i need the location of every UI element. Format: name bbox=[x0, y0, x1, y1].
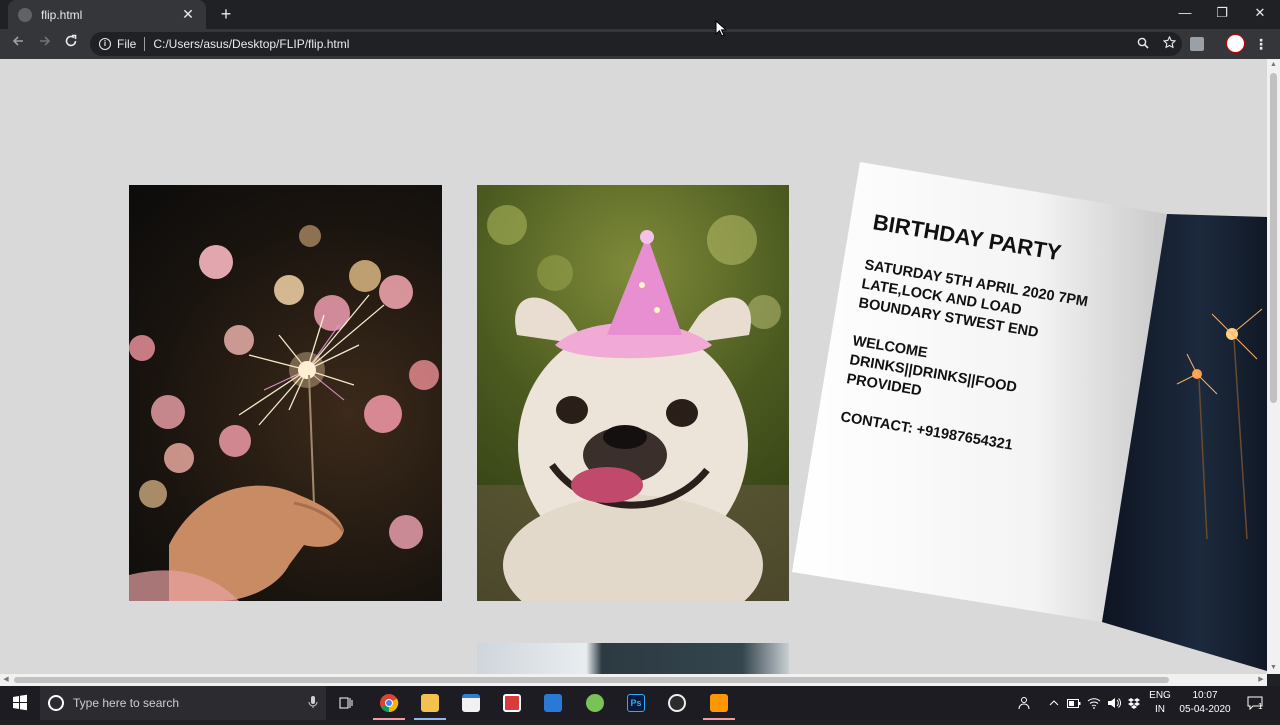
search-placeholder: Type here to search bbox=[73, 696, 180, 710]
scroll-up-arrow-icon[interactable]: ▲ bbox=[1267, 59, 1280, 71]
vertical-scrollbar[interactable]: ▲ ▼ bbox=[1267, 59, 1280, 674]
taskbar-chrome[interactable] bbox=[369, 686, 409, 720]
region-code: IN bbox=[1155, 704, 1165, 715]
windows-taskbar: Type here to search Ps ENG IN 10:07 05-0… bbox=[0, 686, 1280, 720]
windows-logo-icon bbox=[13, 694, 27, 711]
minimize-button[interactable]: — bbox=[1166, 0, 1204, 28]
clock-time: 10:07 bbox=[1192, 690, 1218, 701]
forward-arrow-icon[interactable] bbox=[34, 33, 56, 55]
site-info-icon[interactable]: i bbox=[99, 38, 111, 50]
party-dog-photo[interactable] bbox=[477, 185, 789, 601]
reload-icon[interactable] bbox=[60, 33, 82, 55]
show-hidden-icons-chevron-icon[interactable] bbox=[1044, 686, 1064, 720]
back-arrow-icon[interactable] bbox=[7, 33, 29, 55]
task-view-icon bbox=[339, 697, 353, 709]
windows-start-button[interactable] bbox=[0, 686, 40, 720]
taskbar-android-studio[interactable] bbox=[575, 686, 615, 720]
birthday-invite-card[interactable]: BIRTHDAY PARTY SATURDAY 5TH APRIL 2020 7… bbox=[792, 159, 1267, 674]
input-language-indicator[interactable]: ENG IN bbox=[1146, 689, 1174, 717]
bookmark-star-icon[interactable] bbox=[1156, 35, 1182, 52]
scroll-left-arrow-icon[interactable]: ◀ bbox=[0, 674, 12, 686]
address-separator bbox=[144, 37, 146, 51]
scroll-down-arrow-icon[interactable]: ▼ bbox=[1267, 662, 1280, 674]
tab-title: flip.html bbox=[41, 7, 83, 22]
url-text[interactable]: C:/Users/asus/Desktop/FLIP/flip.html bbox=[153, 37, 1130, 51]
sparkler-photo[interactable] bbox=[129, 185, 442, 601]
taskbar-obs[interactable] bbox=[657, 686, 697, 720]
clock-date: 05-04-2020 bbox=[1179, 704, 1231, 715]
gift-icon bbox=[503, 694, 521, 712]
people-icon[interactable] bbox=[1014, 686, 1036, 720]
taskbar-sublime-text[interactable] bbox=[699, 686, 739, 720]
battery-icon[interactable] bbox=[1064, 686, 1084, 720]
action-center-button[interactable]: 1 bbox=[1240, 686, 1270, 720]
obs-icon bbox=[668, 694, 686, 712]
vertical-scroll-thumb[interactable] bbox=[1270, 73, 1277, 403]
extension-icon[interactable] bbox=[1190, 37, 1204, 51]
language-code: ENG bbox=[1149, 690, 1171, 701]
maximize-button[interactable]: ❐ bbox=[1203, 0, 1241, 28]
mail-envelope-icon bbox=[544, 694, 562, 712]
tab-flip-html[interactable]: flip.html ✕ bbox=[8, 0, 206, 29]
profile-avatar[interactable] bbox=[1226, 34, 1245, 53]
taskbar-file-explorer[interactable] bbox=[410, 686, 450, 720]
taskbar-store[interactable] bbox=[451, 686, 491, 720]
cortana-icon[interactable] bbox=[48, 695, 64, 711]
wifi-icon[interactable] bbox=[1084, 686, 1104, 720]
browser-tab-strip: flip.html ✕ + — ❐ ✕ bbox=[0, 0, 1280, 29]
scroll-right-arrow-icon[interactable]: ▶ bbox=[1255, 674, 1267, 686]
sublime-text-icon bbox=[710, 694, 728, 712]
chrome-icon bbox=[380, 694, 399, 713]
tab-close-icon[interactable]: ✕ bbox=[180, 6, 196, 23]
page-content: BIRTHDAY PARTY SATURDAY 5TH APRIL 2020 7… bbox=[0, 59, 1267, 674]
microphone-icon[interactable] bbox=[300, 695, 326, 712]
mouse-pointer-icon bbox=[715, 20, 727, 37]
taskbar-photoshop[interactable]: Ps bbox=[616, 686, 656, 720]
photoshop-icon: Ps bbox=[627, 694, 645, 712]
dog-graphic bbox=[477, 230, 789, 601]
page-globe-icon bbox=[18, 7, 32, 22]
horizontal-scroll-thumb[interactable] bbox=[14, 677, 1169, 683]
next-photo-peek[interactable] bbox=[477, 643, 789, 674]
window-close-button[interactable]: ✕ bbox=[1241, 0, 1279, 28]
address-bar[interactable]: i File C:/Users/asus/Desktop/FLIP/flip.h… bbox=[90, 32, 1182, 56]
notification-count: 1 bbox=[1258, 702, 1263, 711]
volume-icon[interactable] bbox=[1104, 686, 1124, 720]
android-studio-icon bbox=[586, 694, 604, 712]
browser-toolbar: i File C:/Users/asus/Desktop/FLIP/flip.h… bbox=[0, 29, 1280, 59]
file-scheme-label: File bbox=[117, 37, 137, 51]
folder-icon bbox=[421, 694, 439, 712]
taskbar-gift-app[interactable] bbox=[492, 686, 532, 720]
taskbar-mail[interactable] bbox=[533, 686, 573, 720]
horizontal-scrollbar[interactable]: ◀ ▶ bbox=[0, 674, 1267, 686]
dropbox-icon[interactable] bbox=[1124, 686, 1144, 720]
taskbar-search-box[interactable]: Type here to search bbox=[40, 686, 326, 720]
store-bag-icon bbox=[462, 694, 480, 712]
zoom-icon[interactable] bbox=[1130, 37, 1156, 52]
task-view-button[interactable] bbox=[326, 686, 366, 720]
new-tab-button[interactable]: + bbox=[216, 4, 236, 24]
system-clock[interactable]: 10:07 05-04-2020 bbox=[1176, 689, 1234, 717]
sparkler-graphic bbox=[129, 294, 385, 601]
chrome-menu-icon[interactable]: ⋮ bbox=[1254, 34, 1268, 54]
